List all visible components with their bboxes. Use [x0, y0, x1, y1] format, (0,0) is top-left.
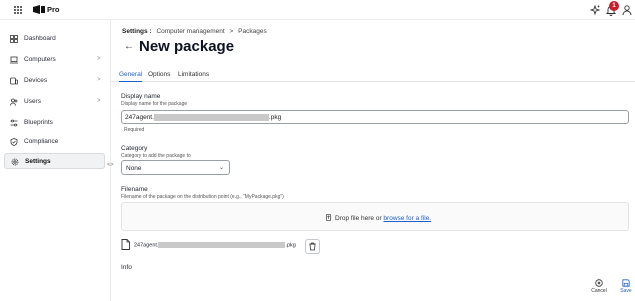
breadcrumb-current: Packages: [238, 28, 267, 35]
top-bar: Pro 1: [0, 0, 635, 20]
sidebar-item-label: Devices: [24, 77, 48, 84]
uploaded-file-name: 247agent. .pkg: [134, 242, 296, 249]
sidebar-item-blueprints[interactable]: Blueprints: [4, 115, 105, 131]
uploaded-file-row: 247agent. .pkg: [121, 238, 326, 254]
sidebar-collapse-toggle[interactable]: <>: [107, 162, 113, 168]
chevron-down-icon: ⌄: [219, 165, 225, 171]
sidebar-item-devices[interactable]: Devices >: [4, 73, 105, 89]
sidebar-item-computers[interactable]: Computers >: [4, 52, 105, 68]
tab-bar: General Options Limitations: [111, 70, 635, 82]
sliders-icon: [10, 119, 18, 127]
save-button[interactable]: Save: [615, 279, 635, 294]
breadcrumb-section[interactable]: Computer management: [156, 28, 224, 35]
breadcrumb: Settings : Computer management > Package…: [122, 28, 267, 35]
display-name-input[interactable]: 247agent. .pkg: [121, 110, 629, 124]
delete-file-button[interactable]: [305, 239, 320, 254]
upload-icon: [325, 214, 332, 221]
sidebar-item-label: Compliance: [24, 138, 59, 145]
sidebar-item-label: Blueprints: [24, 119, 53, 126]
breadcrumb-separator: >: [229, 28, 234, 35]
page-title: New package: [139, 38, 235, 55]
trash-icon: [309, 242, 316, 251]
sidebar-item-dashboard[interactable]: Dashboard: [4, 31, 105, 47]
display-name-hint: Display name for the package: [121, 101, 188, 107]
dropzone-text: Drop file here or browse for a file.: [325, 214, 431, 222]
tab-options[interactable]: Options: [148, 71, 170, 78]
gear-icon: [11, 158, 19, 166]
sidebar: Dashboard Computers > Devices > Users > …: [0, 20, 111, 301]
info-section-label: Info: [121, 264, 132, 271]
sidebar-item-label: Users: [24, 98, 41, 105]
sidebar-item-label: Computers: [24, 56, 56, 63]
breadcrumb-root[interactable]: Settings :: [122, 28, 152, 35]
category-value: None: [126, 165, 142, 172]
chevron-right-icon: >: [97, 56, 101, 62]
dashboard-icon: [10, 35, 18, 43]
sidebar-item-compliance[interactable]: Compliance: [4, 134, 105, 150]
apps-grid-icon[interactable]: [14, 6, 22, 14]
sidebar-item-users[interactable]: Users >: [4, 94, 105, 110]
save-label: Save: [620, 288, 632, 294]
brand-logo-icon: [33, 5, 45, 14]
sparkle-icon[interactable]: [589, 4, 601, 16]
tab-limitations[interactable]: Limitations: [178, 71, 209, 78]
redacted-block: [153, 114, 269, 121]
document-icon: [121, 239, 130, 250]
user-account-icon[interactable]: [621, 4, 633, 16]
back-arrow-icon[interactable]: ←: [124, 41, 134, 52]
cancel-button[interactable]: Cancel: [588, 279, 610, 294]
sidebar-item-label: Settings: [25, 158, 51, 165]
tab-general[interactable]: General: [119, 71, 142, 78]
cancel-label: Cancel: [591, 288, 607, 294]
sidebar-item-settings[interactable]: Settings: [4, 153, 105, 169]
category-label: Category: [121, 145, 148, 152]
category-select[interactable]: None ⌄: [121, 160, 230, 175]
filename-label: Filename: [121, 186, 148, 193]
category-hint: Category to add the package to: [121, 153, 191, 159]
brand-name: Pro: [47, 5, 60, 14]
cancel-icon: [595, 279, 603, 287]
active-tab-indicator: [119, 81, 142, 82]
laptop-icon: [10, 56, 18, 64]
browse-file-link[interactable]: browse for a file.: [383, 215, 431, 222]
chevron-right-icon: >: [97, 77, 101, 83]
file-dropzone[interactable]: Drop file here or browse for a file.: [121, 202, 629, 231]
notification-badge: 1: [609, 1, 619, 11]
sidebar-item-label: Dashboard: [24, 35, 56, 42]
filename-hint: Filename of the package on the distribut…: [121, 194, 284, 200]
devices-icon: [10, 77, 18, 85]
redacted-block: [158, 242, 286, 248]
save-icon: [622, 279, 630, 287]
required-helper: Required: [124, 127, 145, 133]
shield-icon: [10, 138, 18, 146]
display-name-label: Display name: [121, 93, 161, 100]
display-name-value: 247agent. .pkg: [125, 114, 282, 122]
users-icon: [10, 98, 18, 106]
chevron-right-icon: >: [97, 98, 101, 104]
